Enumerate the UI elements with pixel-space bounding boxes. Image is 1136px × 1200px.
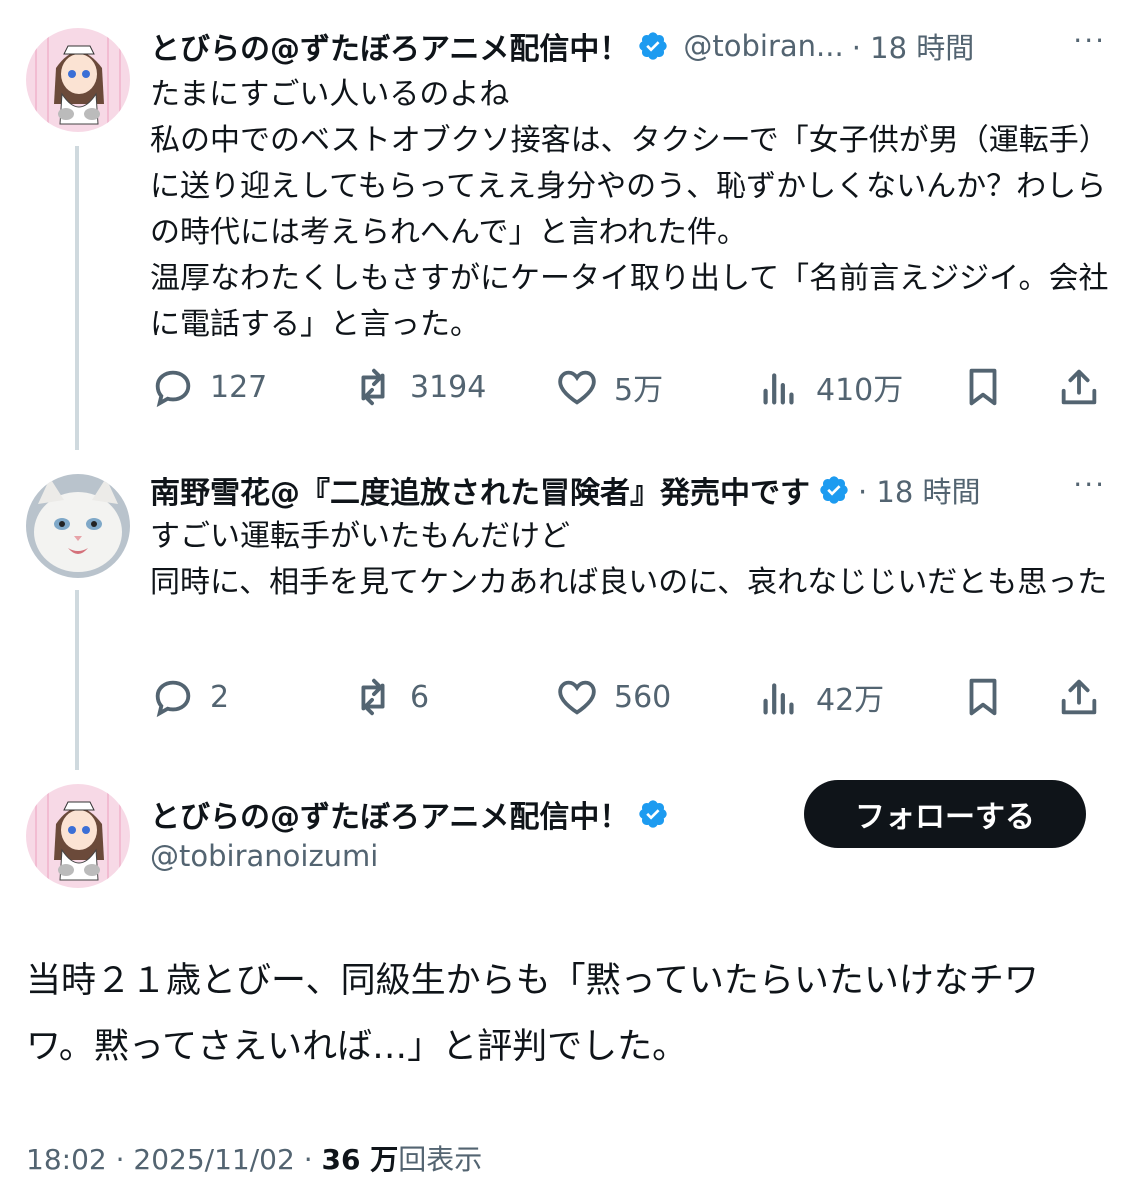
separator-dot: · bbox=[303, 1143, 322, 1176]
more-options-icon[interactable]: ··· bbox=[1073, 468, 1106, 501]
views-count: 410万 bbox=[816, 373, 904, 408]
heart-icon bbox=[558, 680, 596, 715]
reply-button[interactable]: 2 bbox=[150, 672, 229, 722]
separator-dot: · bbox=[115, 1143, 134, 1176]
reply-count: 2 bbox=[210, 679, 230, 715]
timestamp[interactable]: · 18 時間 bbox=[858, 469, 981, 511]
verified-badge-icon bbox=[639, 32, 668, 60]
author-handle-row: @tobiranoizumi bbox=[150, 836, 378, 876]
display-name[interactable]: とびらの@ずたぼろアニメ配信中！ bbox=[150, 792, 629, 836]
repost-count: 6 bbox=[410, 679, 430, 715]
views-button[interactable]: 42万 bbox=[756, 672, 884, 722]
verified-badge-icon bbox=[639, 800, 668, 828]
author-name-row: とびらの@ずたぼろアニメ配信中！ bbox=[150, 792, 669, 836]
tweet-header: 南野雪花@『二度追放された冒険者』発売中です · 18 時間 ··· bbox=[150, 468, 1106, 512]
share-icon bbox=[1061, 679, 1097, 715]
repost-icon bbox=[361, 678, 385, 716]
views-count: 42万 bbox=[816, 683, 885, 718]
like-count: 560 bbox=[614, 679, 672, 715]
like-count: 5万 bbox=[614, 373, 664, 408]
view-count-suffix: 回表示 bbox=[398, 1143, 483, 1176]
display-name[interactable]: 南野雪花@『二度追放された冒険者』発売中です bbox=[150, 468, 810, 512]
main-tweet-text: 当時２１歳とびー、同級生からも「黙っていたらいたいけなチワワ。黙ってさえいれば…… bbox=[26, 961, 1039, 1067]
post-date[interactable]: 2025/11/02 bbox=[133, 1143, 294, 1176]
post-time[interactable]: 18:02 bbox=[26, 1143, 107, 1176]
tweet-2[interactable]: 南野雪花@『二度追放された冒険者』発売中です · 18 時間 ··· すごい運転… bbox=[0, 450, 1136, 770]
like-button[interactable]: 560 bbox=[554, 672, 671, 722]
tweet-header: とびらの@ずたぼろアニメ配信中！ @tobiran... · 18 時間 ··· bbox=[150, 24, 1106, 68]
view-count: 36 万 bbox=[321, 1143, 399, 1176]
views-button[interactable]: 410万 bbox=[756, 362, 903, 412]
tweet-text: すごい運転手がいたもんだけど 同時に、相手を見てケンカあれば良いのに、哀れなじじ… bbox=[150, 519, 1108, 600]
timestamp[interactable]: · 18 時間 bbox=[852, 25, 975, 67]
more-options-icon[interactable]: ··· bbox=[1073, 24, 1106, 57]
tweet-footer: 18:02 · 2025/11/02 · 36 万回表示 bbox=[26, 1138, 482, 1178]
bookmark-icon bbox=[969, 368, 997, 406]
tweet-1[interactable]: とびらの@ずたぼろアニメ配信中！ @tobiran... · 18 時間 ···… bbox=[0, 0, 1136, 450]
action-bar: 127 3194 5万 410万 bbox=[150, 362, 1110, 412]
display-name[interactable]: とびらの@ずたぼろアニメ配信中！ bbox=[150, 24, 629, 68]
thread-line bbox=[75, 146, 79, 450]
bookmark-icon bbox=[969, 678, 997, 716]
repost-button[interactable]: 6 bbox=[350, 672, 429, 722]
avatar[interactable] bbox=[26, 474, 130, 578]
follow-button[interactable]: フォローする bbox=[804, 780, 1086, 848]
action-bar: 2 6 560 42万 bbox=[150, 672, 1110, 722]
bookmark-button[interactable] bbox=[960, 362, 1006, 412]
reply-button[interactable]: 127 bbox=[150, 362, 267, 412]
repost-count: 3194 bbox=[410, 369, 487, 405]
like-button[interactable]: 5万 bbox=[554, 362, 663, 412]
reply-icon bbox=[155, 680, 191, 718]
reply-icon bbox=[155, 370, 191, 408]
share-button[interactable] bbox=[1056, 672, 1102, 722]
repost-button[interactable]: 3194 bbox=[350, 362, 486, 412]
share-button[interactable] bbox=[1056, 362, 1102, 412]
handle[interactable]: @tobiran... bbox=[683, 29, 843, 63]
bookmark-button[interactable] bbox=[960, 672, 1006, 722]
share-icon bbox=[1061, 369, 1097, 405]
thread-line bbox=[75, 590, 79, 770]
avatar[interactable] bbox=[26, 28, 130, 132]
repost-icon bbox=[361, 368, 385, 406]
avatar[interactable] bbox=[26, 784, 130, 888]
views-chart-icon bbox=[763, 373, 794, 405]
heart-icon bbox=[558, 370, 596, 405]
reply-count: 127 bbox=[210, 369, 268, 405]
tweet-text: たまにすごい人いるのよね 私の中でのベストオブクソ接客は、タクシーで「女子供が男… bbox=[150, 77, 1109, 342]
views-chart-icon bbox=[763, 683, 794, 715]
verified-badge-icon bbox=[820, 476, 848, 504]
handle[interactable]: @tobiranoizumi bbox=[150, 839, 378, 873]
